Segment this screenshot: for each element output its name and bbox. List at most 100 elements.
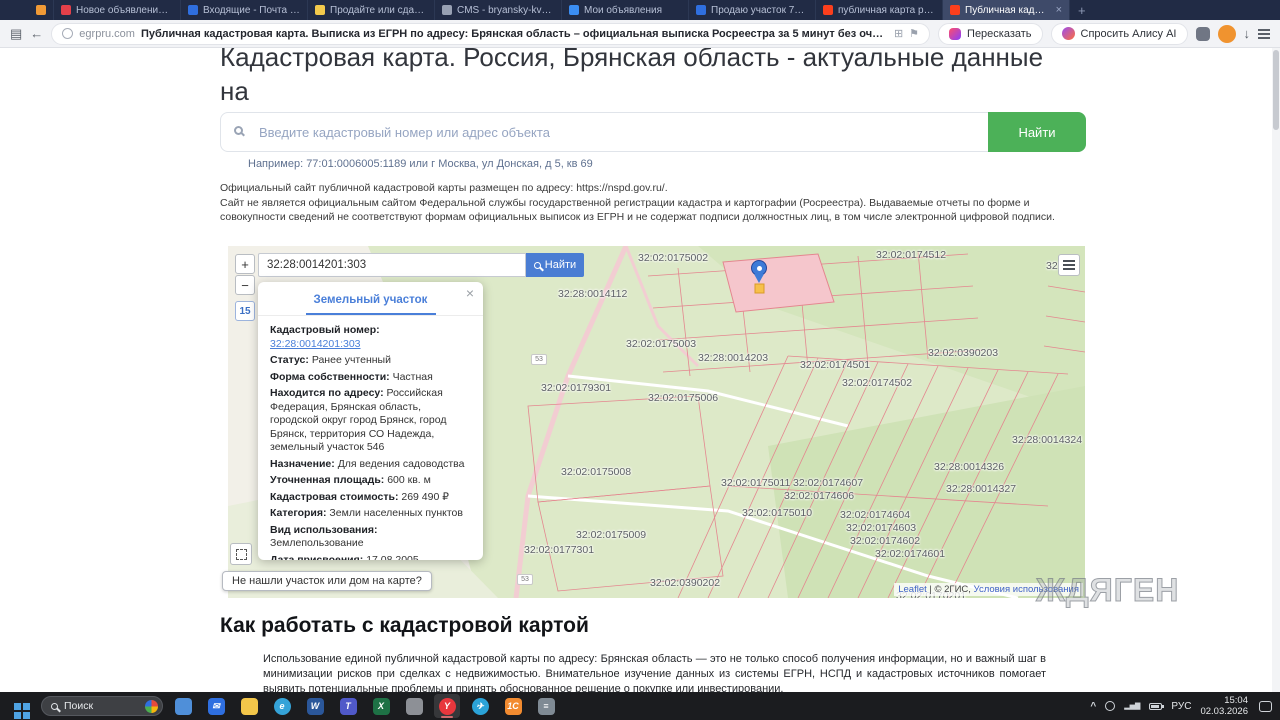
tab-public-cadastral-map[interactable]: Публичная кадастров... ×: [943, 0, 1070, 20]
pinned-tab[interactable]: [28, 0, 54, 20]
tab-mail-inbox[interactable]: Входящие - Почта Mail: [181, 0, 308, 20]
pinned-tab-favicon: [36, 5, 46, 15]
taskbar-icon-explorer[interactable]: [236, 694, 262, 718]
tray-expand-icon[interactable]: ^: [1090, 701, 1096, 712]
cadastral-number-link[interactable]: 32:28:0014201:303: [270, 338, 361, 350]
parcel-label: 32:02:0174607: [793, 477, 863, 489]
zoom-in-button[interactable]: +: [235, 254, 255, 274]
taskbar-icon-edge[interactable]: e: [269, 694, 295, 718]
tab-favicon: [950, 5, 960, 15]
map-find-label: Найти: [545, 259, 576, 271]
cadastre-search-input[interactable]: [220, 112, 1086, 152]
collections-icon[interactable]: ⊞: [894, 27, 903, 40]
zoom-out-button[interactable]: −: [235, 275, 255, 295]
panel-field: Вид использования: Землепользование: [270, 524, 471, 551]
retell-button[interactable]: Пересказать: [938, 23, 1043, 45]
taskbar-clock[interactable]: 15:04 02.03.2026: [1200, 695, 1248, 717]
tab-title: Продаю участок 7сот. б...: [711, 5, 808, 16]
clock-time: 15:04: [1200, 695, 1248, 706]
taskbar-icon-teams[interactable]: T: [335, 694, 361, 718]
tab-cms[interactable]: CMS - bryansky-kvartal...: [435, 0, 562, 20]
layers-button[interactable]: [1058, 254, 1080, 276]
zoom-level: 15: [235, 301, 255, 321]
leaflet-link[interactable]: Leaflet: [898, 584, 927, 595]
bookmark-flag-icon[interactable]: ⚑: [909, 27, 919, 40]
tab-title: Новое объявление — О...: [76, 5, 173, 16]
taskbar-icon-excel[interactable]: X: [368, 694, 394, 718]
1c-icon: 1С: [505, 698, 522, 715]
parcel-label: 32:02:0174603: [846, 522, 916, 534]
tab-favicon: [442, 5, 452, 15]
map-search-input[interactable]: [258, 253, 526, 277]
taskbar-search[interactable]: Поиск: [41, 696, 163, 716]
taskbar-icon-telegram[interactable]: ✈: [467, 694, 493, 718]
cadastre-search: Найти: [220, 112, 1086, 152]
notifications-icon[interactable]: [1259, 701, 1272, 712]
taskbar-icon-settings[interactable]: [401, 694, 427, 718]
tray-shield-icon[interactable]: [1105, 701, 1115, 711]
panel-close-icon[interactable]: ×: [466, 285, 474, 301]
parcel-label: 32:28:0014327: [946, 483, 1016, 495]
scrollbar-thumb[interactable]: [1273, 50, 1279, 130]
taskbar-icon-yandex-browser[interactable]: Y: [434, 694, 460, 718]
site-security-icon[interactable]: [62, 28, 73, 39]
panel-field: Назначение: Для ведения садоводства: [270, 458, 471, 472]
tab-title: Публичная кадастров...: [965, 5, 1049, 16]
parcel-label: 32:28:0014112: [558, 288, 627, 300]
parcel-label: 32:02:0175011: [721, 477, 790, 489]
page-scrollbar[interactable]: [1272, 48, 1280, 692]
tab-public-map-search[interactable]: публичная карта росре...: [816, 0, 943, 20]
address-bar[interactable]: egrpru.com Публичная кадастровая карта. …: [51, 23, 930, 45]
start-button[interactable]: [8, 694, 34, 718]
sidebar-toggle-icon[interactable]: ▤: [10, 27, 22, 40]
new-tab-button[interactable]: +: [1070, 0, 1094, 20]
windows-logo-icon: [14, 703, 21, 710]
taskbar-icon-photos[interactable]: [170, 694, 196, 718]
map-tooltip: Не нашли участок или дом на карте?: [222, 571, 432, 591]
teams-icon: T: [340, 698, 357, 715]
parcel-label: 32:02:0174601: [875, 548, 945, 560]
taskbar-search-label: Поиск: [64, 700, 139, 712]
page-title-line1: Кадастровая карта. Россия, Брянская обла…: [220, 48, 1043, 106]
attribution-copyright: | © 2ГИС,: [929, 584, 971, 595]
field-label: Форма собственности:: [270, 371, 390, 383]
taskbar-icon-1c[interactable]: 1С: [500, 694, 526, 718]
area-select-button[interactable]: [230, 543, 252, 565]
panel-divider: [258, 315, 483, 316]
network-signal-icon[interactable]: ▂▅▇: [1124, 702, 1140, 710]
tab-close-icon[interactable]: ×: [1056, 4, 1062, 16]
cadastral-map[interactable]: 32:02:0175002 32:02:0174512 32:28: 32:28…: [228, 246, 1085, 598]
ask-alice-button[interactable]: Спросить Алису AI: [1051, 23, 1188, 45]
settings-icon: [406, 698, 423, 715]
search-icon: [534, 262, 541, 269]
downloads-icon[interactable]: ↓: [1244, 27, 1251, 40]
notes-icon: ≡: [538, 698, 555, 715]
browser-menu-icon[interactable]: [1258, 33, 1270, 35]
tab-favicon: [315, 5, 325, 15]
tab-favicon: [188, 5, 198, 15]
panel-field: Форма собственности: Частная: [270, 371, 471, 385]
parcel-label: 32:02:0175010: [742, 507, 812, 519]
field-value: 17.08.2005: [366, 554, 419, 561]
field-label: Уточненная площадь:: [270, 474, 384, 486]
back-button[interactable]: ←: [30, 27, 43, 40]
parcel-label: 32:02:0174606: [784, 490, 854, 502]
find-button[interactable]: Найти: [988, 112, 1086, 152]
tab-selling-plot[interactable]: Продаю участок 7сот. б...: [689, 0, 816, 20]
profile-avatar[interactable]: [1218, 25, 1236, 43]
taskbar-icon-word[interactable]: W: [302, 694, 328, 718]
disclaimer: Официальный сайт публичной кадастровой к…: [220, 181, 1086, 225]
taskbar-icon-mail[interactable]: ✉: [203, 694, 229, 718]
map-find-button[interactable]: Найти: [526, 253, 584, 277]
watermark: ЖДЯГЕН: [1036, 572, 1179, 609]
battery-icon[interactable]: [1149, 703, 1162, 710]
tab-favicon: [823, 5, 833, 15]
tab-sell-or-rent[interactable]: Продайте или сдайте в...: [308, 0, 435, 20]
tab-new-ad[interactable]: Новое объявление — О...: [54, 0, 181, 20]
map-marker[interactable]: [751, 260, 767, 276]
language-indicator[interactable]: РУС: [1171, 701, 1191, 712]
parcel-label: 32:02:0174604: [840, 509, 910, 521]
extension-icon[interactable]: [1196, 27, 1210, 41]
taskbar-icon-notes[interactable]: ≡: [533, 694, 559, 718]
tab-my-ads[interactable]: Мои объявления: [562, 0, 689, 20]
